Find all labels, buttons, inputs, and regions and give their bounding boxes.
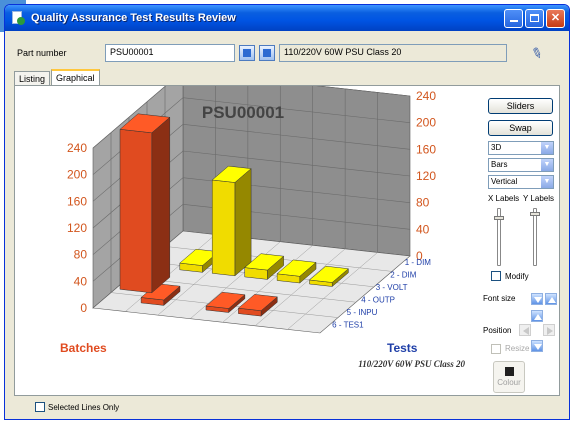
title-bar[interactable]: Quality Assurance Test Results Review ✕ (5, 5, 569, 31)
position-label: Position (483, 326, 512, 335)
selected-lines-only-checkbox[interactable] (35, 402, 45, 412)
left-axis-tick-label: 160 (67, 194, 87, 208)
bar-batch-red-main (151, 116, 171, 294)
selected-lines-only-label: Selected Lines Only (48, 402, 120, 412)
x-axis-title: Tests (387, 341, 418, 355)
part-number-input[interactable]: PSU00001 (105, 44, 235, 62)
y-axis-title: Batches (60, 341, 107, 355)
left-axis-tick-label: 120 (67, 221, 87, 235)
modify-label: Modify (505, 272, 529, 281)
edit-part-button[interactable] (239, 45, 255, 61)
position-left-button[interactable] (519, 324, 531, 336)
chart-subtitle: 110/220V 60W PSU Class 20 (358, 359, 465, 369)
chart-type-select[interactable]: Bars ▼ (488, 158, 554, 172)
x-labels-slider-thumb[interactable] (494, 216, 504, 220)
left-axis-tick-label: 240 (67, 141, 87, 155)
left-axis-tick-label: 80 (74, 248, 88, 262)
left-axis-tick-label: 40 (74, 274, 88, 288)
chevron-down-icon[interactable]: ▼ (541, 142, 553, 154)
arrow-left-icon (523, 327, 529, 335)
modify-checkbox[interactable] (491, 271, 501, 281)
right-axis-tick-label: 40 (416, 222, 430, 236)
close-icon: ✕ (550, 11, 561, 24)
category-label: 2 - DIM (390, 271, 417, 280)
part-number-label: Part number (17, 48, 67, 58)
orientation-select[interactable]: Vertical ▼ (488, 175, 554, 189)
part-number-row: Part number PSU00001 110/220V 60W PSU Cl… (17, 42, 557, 64)
category-label: 5 - INPU (347, 308, 378, 317)
lookup-part-button[interactable] (259, 45, 275, 61)
arrow-up-icon (548, 297, 556, 303)
colour-button-label: Colour (497, 378, 521, 387)
category-label: 4 - OUTP (361, 295, 395, 304)
view-select-value: 3D (491, 143, 502, 152)
graphical-tab-panel: 0 40 80 120 160 200 240 0 40 80 120 160 200 240 1 - DI… (14, 85, 560, 396)
minimize-icon (509, 20, 518, 22)
left-axis-tick-label: 200 (67, 168, 87, 182)
category-label: 1 - DIM (405, 258, 432, 267)
tab-listing[interactable]: Listing (14, 71, 51, 86)
category-label: 3 - VOLT (376, 283, 408, 292)
chart-area: 0 40 80 120 160 200 240 0 40 80 120 160 200 240 1 - DI… (15, 86, 475, 396)
chevron-down-icon[interactable]: ▼ (541, 176, 553, 188)
orientation-select-value: Vertical (491, 177, 518, 186)
swap-button[interactable]: Swap (488, 120, 553, 136)
close-button[interactable]: ✕ (546, 8, 565, 28)
right-axis-tick-label: 120 (416, 169, 436, 183)
chevron-down-icon[interactable]: ▼ (541, 159, 553, 171)
part-description-field: 110/220V 60W PSU Class 20 (279, 44, 507, 62)
position-down-button[interactable] (531, 340, 543, 352)
minimize-button[interactable] (504, 8, 523, 28)
right-axis-tick-label: 80 (416, 196, 430, 210)
category-label: 6 - TES1 (332, 320, 364, 329)
y-labels-slider[interactable] (533, 208, 537, 266)
x-labels-label: X Labels (488, 194, 520, 203)
selected-lines-only-option[interactable]: Selected Lines Only (35, 402, 119, 412)
font-size-up-button[interactable] (545, 293, 557, 305)
resize-checkbox[interactable] (491, 344, 501, 354)
right-axis-tick-label: 160 (416, 142, 436, 156)
arrow-down-icon (534, 344, 542, 350)
view-select[interactable]: 3D ▼ (488, 141, 554, 155)
y-labels-slider-thumb[interactable] (530, 212, 540, 216)
bar-3-volt (234, 168, 252, 277)
window-title: Quality Assurance Test Results Review (31, 12, 236, 24)
app-icon (11, 11, 25, 25)
chart-3d-bar: 04080120160200240040801201602002401 - DI… (60, 86, 465, 369)
tab-graphical[interactable]: Graphical (51, 69, 100, 86)
font-size-label: Font size (483, 294, 516, 303)
maximize-icon (530, 14, 539, 22)
left-axis-tick-label: 0 (80, 301, 87, 315)
chart-title: PSU00001 (202, 103, 284, 122)
position-right-button[interactable] (543, 324, 555, 336)
app-window: Quality Assurance Test Results Review ✕ … (4, 4, 570, 420)
bar-batch-red-main (119, 129, 153, 294)
colour-swatch-icon (504, 367, 514, 376)
resize-label: Resize (505, 344, 530, 353)
edit-icon (243, 49, 251, 57)
pin-icon[interactable]: ✎ (529, 43, 545, 63)
chart-type-select-value: Bars (491, 160, 508, 169)
right-axis-tick-label: 240 (416, 89, 436, 103)
bar-3-volt (211, 179, 236, 277)
lookup-icon (263, 49, 271, 57)
position-up-button[interactable] (531, 310, 543, 322)
arrow-down-icon (534, 297, 542, 303)
sliders-button[interactable]: Sliders (488, 98, 553, 114)
colour-button[interactable]: Colour (493, 361, 525, 393)
arrow-right-icon (547, 327, 553, 335)
arrow-up-icon (534, 314, 542, 320)
chart-options-panel: Sliders Swap 3D ▼ Bars ▼ Vertical ▼ X La… (475, 86, 561, 396)
tab-strip: Listing Graphical (14, 69, 101, 86)
y-labels-label: Y Labels (523, 194, 554, 203)
right-axis-tick-label: 200 (416, 116, 436, 130)
maximize-button[interactable] (525, 8, 544, 28)
font-size-down-button[interactable] (531, 293, 543, 305)
